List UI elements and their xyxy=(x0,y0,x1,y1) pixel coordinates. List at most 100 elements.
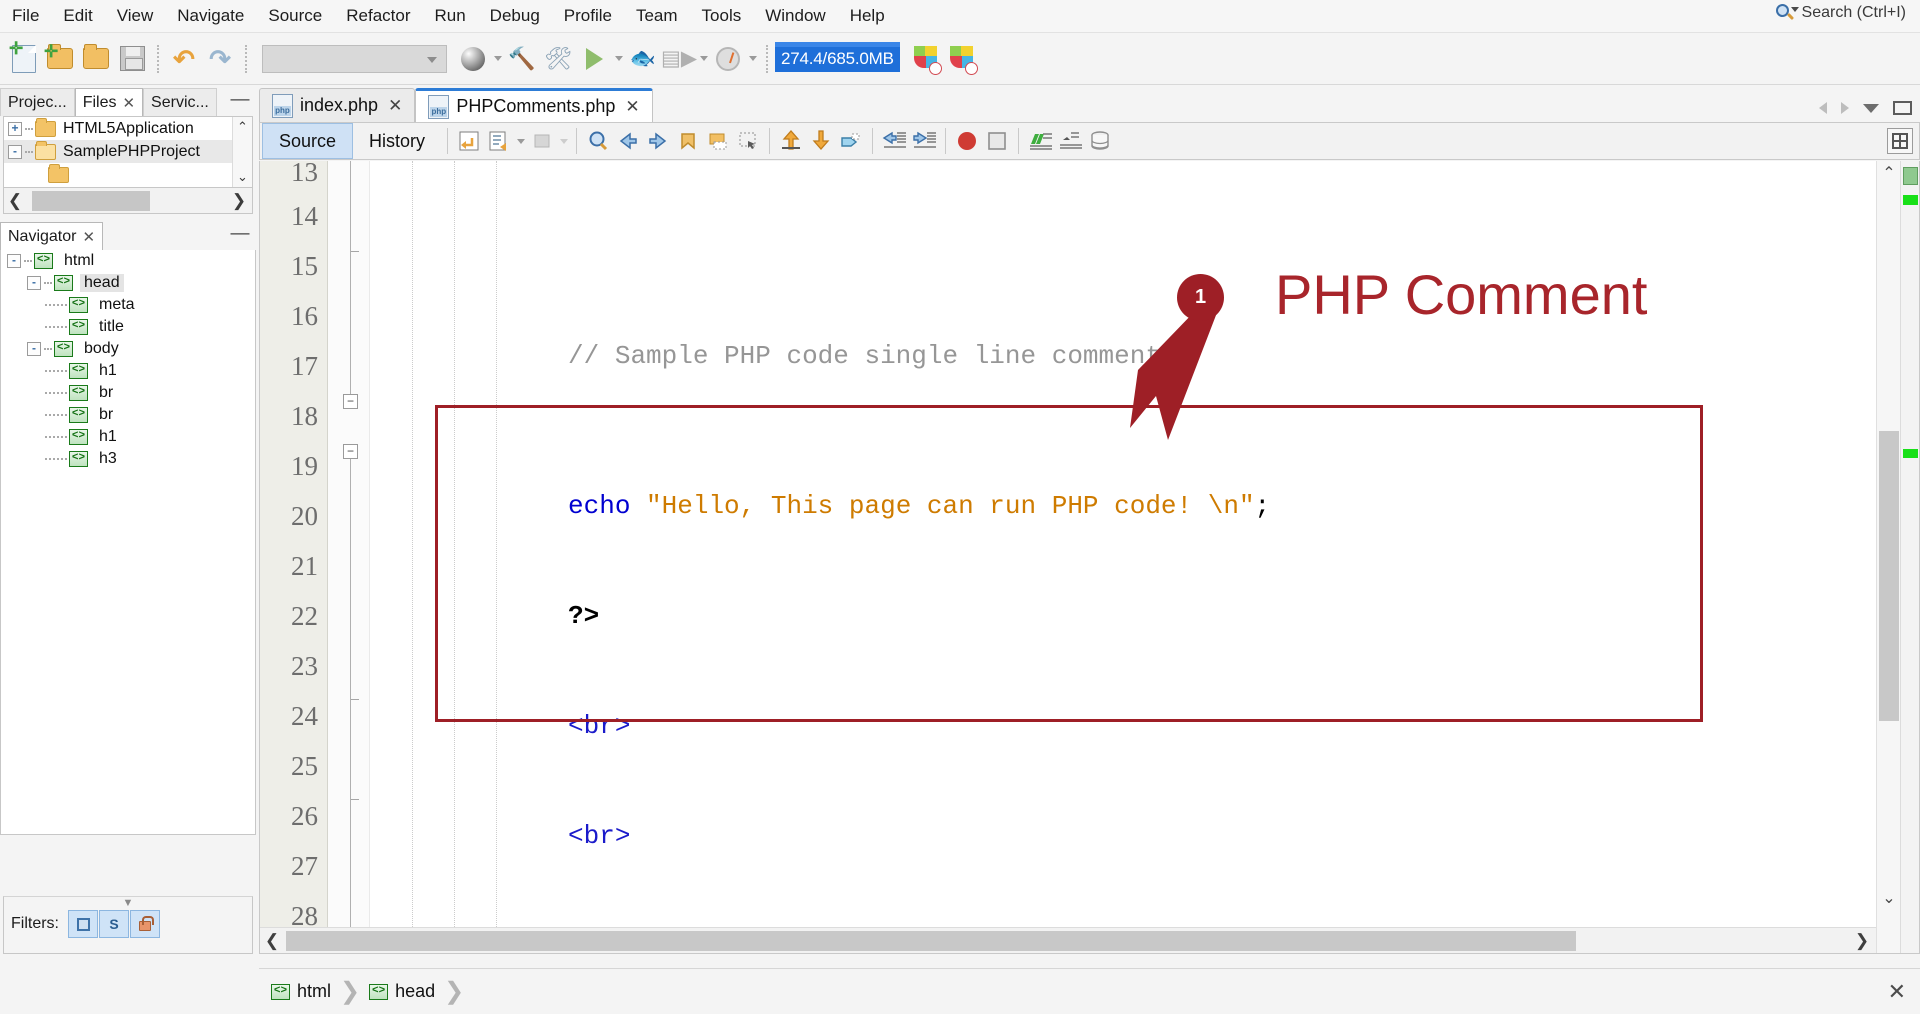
database-icon[interactable] xyxy=(1085,126,1115,156)
search-icon[interactable] xyxy=(1776,4,1794,22)
clean-and-build-icon[interactable]: 🛠 xyxy=(540,41,576,77)
previous-bookmark-icon[interactable] xyxy=(613,126,643,156)
run-project-icon[interactable] xyxy=(576,41,612,77)
files-tree-row-child[interactable] xyxy=(4,163,252,186)
panel-tab-projects[interactable]: Projec... xyxy=(0,88,75,116)
toggle-breakpoint-icon[interactable] xyxy=(952,126,982,156)
format-dropdown-caret[interactable] xyxy=(514,123,527,159)
team-history-icon[interactable] xyxy=(908,41,944,77)
maximize-icon[interactable] xyxy=(1893,101,1912,115)
menu-item-window[interactable]: Window xyxy=(753,3,837,29)
scrollbar-thumb[interactable] xyxy=(1879,431,1899,721)
undo-icon[interactable]: ↶ xyxy=(166,41,202,77)
comment-icon[interactable] xyxy=(836,126,866,156)
menu-item-file[interactable]: File xyxy=(0,3,51,29)
filter-attributes-icon[interactable] xyxy=(68,910,98,938)
last-edit-icon[interactable] xyxy=(454,126,484,156)
navigator-node-html[interactable]: - <> html xyxy=(1,250,255,272)
profile-dropdown-caret[interactable] xyxy=(746,41,759,77)
code-text[interactable]: // Sample PHP code single line comment e… xyxy=(370,161,1919,953)
menu-item-help[interactable]: Help xyxy=(838,3,897,29)
close-icon[interactable]: ✕ xyxy=(1888,979,1906,1005)
profile-step-icon[interactable]: ▤▶ xyxy=(661,41,697,77)
navigator-node-h1[interactable]: <> h1 xyxy=(1,360,255,382)
code-line-17[interactable]: <br> xyxy=(370,761,1919,811)
step-dropdown-caret[interactable] xyxy=(697,41,710,77)
navigator-node-h1[interactable]: <> h1 xyxy=(1,426,255,448)
toggle-bookmark-icon[interactable] xyxy=(673,126,703,156)
code-line-18[interactable]: <?php xyxy=(370,871,1919,921)
annotation-marker-green[interactable] xyxy=(1903,449,1918,458)
navigator-node-body[interactable]: - <> body xyxy=(1,338,255,360)
fold-toggle-19[interactable]: − xyxy=(343,444,358,459)
global-search[interactable]: Search (Ctrl+I) xyxy=(1776,4,1906,22)
tab-list-icon[interactable] xyxy=(1863,104,1879,113)
files-vertical-scrollbar[interactable]: ⌃ ⌄ xyxy=(232,117,252,187)
browser-dropdown-caret[interactable] xyxy=(491,41,504,77)
files-tree-row-html5application[interactable]: + HTML5Application xyxy=(4,117,252,140)
code-line-14[interactable]: echo "Hello, This page can run PHP code!… xyxy=(370,431,1919,481)
files-tree-row-samplephpproject[interactable]: - SamplePHPProject xyxy=(4,140,252,163)
scroll-right-icon[interactable]: ❯ xyxy=(1850,931,1874,951)
close-icon[interactable]: ✕ xyxy=(388,96,402,116)
navigator-node-meta[interactable]: <> meta xyxy=(1,294,255,316)
shift-right-icon[interactable] xyxy=(909,126,939,156)
breadcrumb-item-html[interactable]: html xyxy=(297,981,331,1002)
format-icon[interactable] xyxy=(484,126,514,156)
memory-indicator[interactable]: 274.4/685.0MB xyxy=(775,46,900,72)
scroll-left-icon[interactable]: ❮ xyxy=(260,931,284,951)
menu-item-profile[interactable]: Profile xyxy=(552,3,624,29)
editor-horizontal-scrollbar[interactable]: ❮ ❯ xyxy=(260,927,1876,953)
code-folding-column[interactable]: − − xyxy=(328,161,370,953)
menu-item-edit[interactable]: Edit xyxy=(51,3,104,29)
toggle-rectangular-selection-icon[interactable] xyxy=(1055,126,1085,156)
shift-right-caret[interactable] xyxy=(557,123,570,159)
menu-item-tools[interactable]: Tools xyxy=(690,3,754,29)
panel-tab-navigator[interactable]: Navigator ✕ xyxy=(0,222,103,250)
breadcrumb-item-head[interactable]: head xyxy=(395,981,435,1002)
navigator-node-head[interactable]: - <> head xyxy=(1,272,255,294)
menu-item-team[interactable]: Team xyxy=(624,3,690,29)
new-file-icon[interactable]: ✛ xyxy=(6,41,42,77)
expander-icon[interactable]: - xyxy=(7,254,21,268)
editor-tab-index-php[interactable]: index.php ✕ xyxy=(259,88,415,122)
expander-icon[interactable]: - xyxy=(27,276,41,290)
expander-icon[interactable]: + xyxy=(8,122,22,136)
scroll-up-icon[interactable]: ⌃ xyxy=(1880,166,1898,184)
editor-vertical-scrollbar[interactable]: ⌃ ⌄ xyxy=(1876,161,1900,953)
stop-icon[interactable] xyxy=(982,126,1012,156)
code-line-15[interactable]: ?> xyxy=(370,541,1919,591)
files-horizontal-scrollbar[interactable]: ❮ ❯ xyxy=(3,188,253,214)
shift-left-icon[interactable] xyxy=(879,126,909,156)
minimize-icon[interactable]: — xyxy=(230,94,250,112)
filter-lock-icon[interactable] xyxy=(130,910,160,938)
new-project-icon[interactable]: ✛ xyxy=(42,41,78,77)
profile-project-icon[interactable] xyxy=(710,41,746,77)
menu-item-debug[interactable]: Debug xyxy=(478,3,552,29)
tab-source[interactable]: Source xyxy=(262,123,353,159)
scroll-tab-left-icon[interactable] xyxy=(1819,102,1827,114)
scroll-right-icon[interactable]: ❯ xyxy=(228,191,250,211)
scroll-down-icon[interactable]: ⌄ xyxy=(237,169,248,185)
run-dropdown-caret[interactable] xyxy=(612,41,625,77)
redo-icon[interactable]: ↷ xyxy=(202,41,238,77)
save-all-icon[interactable] xyxy=(114,41,150,77)
panel-tab-files[interactable]: Files ✕ xyxy=(75,88,143,116)
annotation-marker-green[interactable] xyxy=(1903,195,1918,205)
scrollbar-thumb[interactable] xyxy=(32,191,150,211)
menu-item-refactor[interactable]: Refactor xyxy=(334,3,422,29)
navigator-node-h3[interactable]: <> h3 xyxy=(1,448,255,470)
close-icon[interactable]: ✕ xyxy=(122,94,135,112)
expander-icon[interactable]: - xyxy=(8,145,22,159)
next-occurrence-icon[interactable] xyxy=(806,126,836,156)
menu-item-run[interactable]: Run xyxy=(422,3,477,29)
shift-right-disabled-icon[interactable] xyxy=(527,126,557,156)
code-line-16[interactable]: <br> xyxy=(370,651,1919,701)
tab-history[interactable]: History xyxy=(353,123,441,159)
annotation-marker-top[interactable] xyxy=(1903,167,1918,185)
scroll-down-icon[interactable]: ⌄ xyxy=(1880,891,1898,909)
editor-grid-icon[interactable] xyxy=(1887,128,1913,154)
minimize-icon[interactable]: — xyxy=(230,228,250,246)
scrollbar-thumb[interactable] xyxy=(286,931,1576,951)
build-project-icon[interactable]: 🔨 xyxy=(504,41,540,77)
